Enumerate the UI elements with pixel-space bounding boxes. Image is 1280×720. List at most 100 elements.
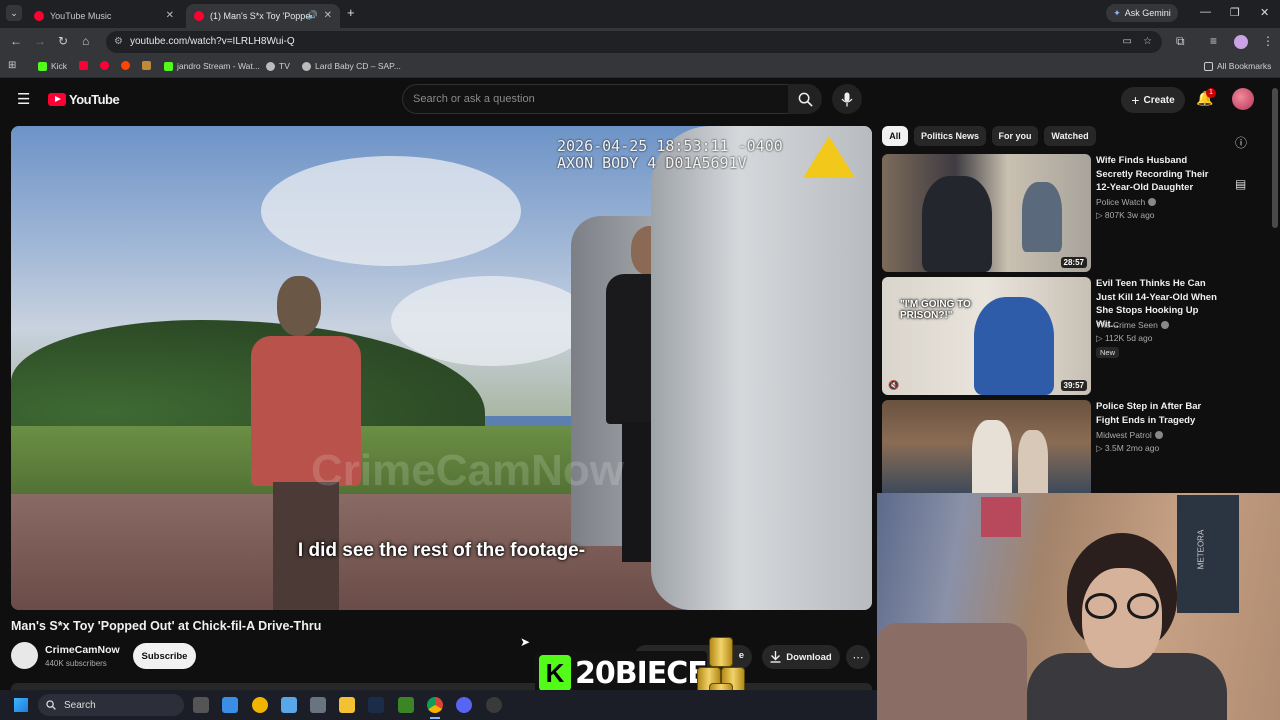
url-text: youtube.com/watch?v=ILRLH8Wui-Q bbox=[130, 36, 295, 47]
chip-for-you[interactable]: For you bbox=[992, 126, 1038, 146]
search-input[interactable]: Search or ask a question bbox=[402, 84, 790, 114]
tab-search-button[interactable]: ⌄ bbox=[6, 5, 22, 21]
wall-poster: METEORA bbox=[1177, 495, 1239, 613]
active-app-indicator bbox=[430, 717, 440, 719]
bookmark-youtube-music[interactable] bbox=[100, 61, 109, 70]
youtube-icon bbox=[79, 61, 88, 70]
profile-avatar[interactable] bbox=[1234, 35, 1248, 49]
menu-icon[interactable]: ⋮ bbox=[1262, 34, 1274, 48]
bookmark-tv[interactable]: TV bbox=[266, 61, 290, 71]
bookmark-jandro-stream[interactable]: jandro Stream - Wat... bbox=[164, 61, 260, 71]
steam-icon[interactable] bbox=[368, 697, 384, 713]
create-label: Create bbox=[1143, 94, 1175, 106]
widgets-icon[interactable] bbox=[222, 697, 238, 713]
chat-icon[interactable]: ▤ bbox=[1235, 177, 1246, 191]
obs-icon[interactable] bbox=[486, 697, 502, 713]
all-bookmarks[interactable]: All Bookmarks bbox=[1204, 61, 1271, 71]
video-frame-cloud bbox=[261, 156, 521, 266]
address-bar[interactable]: ⚙ youtube.com/watch?v=ILRLH8Wui-Q ▭ ☆ bbox=[106, 31, 1162, 53]
more-actions-button[interactable]: ⋯ bbox=[846, 645, 870, 669]
page-scrollbar[interactable] bbox=[1272, 88, 1278, 228]
video-title: Man's S*x Toy 'Popped Out' at Chick-fil-… bbox=[11, 619, 322, 633]
taskbar-search-label: Search bbox=[64, 699, 96, 711]
thumbnail-text: "I'M GOING TO PRISON?!" bbox=[900, 299, 971, 321]
media-icon[interactable]: ≡ bbox=[1210, 34, 1217, 48]
recommendation-channel: The Crime Seen bbox=[1096, 320, 1169, 330]
new-badge: New bbox=[1096, 347, 1120, 358]
info-icon[interactable]: ⓘ bbox=[1235, 134, 1247, 151]
audio-playing-icon[interactable]: 🔊 bbox=[307, 10, 318, 21]
youtube-logo[interactable]: YouTube bbox=[48, 92, 120, 107]
discord-icon[interactable] bbox=[456, 697, 472, 713]
chip-all[interactable]: All bbox=[882, 126, 908, 146]
apps-icon[interactable]: ⊞ bbox=[8, 60, 16, 71]
minecraft-icon[interactable] bbox=[398, 697, 414, 713]
bookmark-label: TV bbox=[279, 61, 290, 71]
download-icon bbox=[770, 651, 781, 663]
voice-search-button[interactable] bbox=[832, 84, 862, 114]
download-label: Download bbox=[786, 651, 832, 663]
bookmark-lard-baby[interactable]: Lard Baby CD – SAP... bbox=[302, 61, 401, 71]
search-icon bbox=[46, 700, 56, 710]
video-thumbnail[interactable] bbox=[882, 400, 1091, 493]
bookmark-reddit[interactable] bbox=[121, 61, 130, 70]
video-thumbnail[interactable]: "I'M GOING TO PRISON?!" 🔇 39:57 bbox=[882, 277, 1091, 395]
kick-icon bbox=[164, 61, 173, 71]
file-explorer-icon[interactable] bbox=[339, 697, 355, 713]
new-tab-button[interactable]: + bbox=[347, 5, 355, 20]
reload-icon[interactable]: ↻ bbox=[58, 34, 68, 48]
streamer-webcam: METEORA bbox=[877, 493, 1280, 720]
calculator-icon[interactable] bbox=[310, 697, 326, 713]
windows-taskbar: Search bbox=[0, 690, 877, 720]
ask-gemini-button[interactable]: ✦ Ask Gemini bbox=[1106, 4, 1178, 22]
recommendation-item[interactable]: "I'M GOING TO PRISON?!" 🔇 39:57 Evil Tee… bbox=[882, 277, 1222, 395]
video-player[interactable]: 2026-04-25 18:53:11 -0400 AXON BODY 4 D01… bbox=[11, 126, 872, 610]
chip-politics-news[interactable]: Politics News bbox=[914, 126, 986, 146]
edge-icon[interactable] bbox=[252, 697, 268, 713]
create-button[interactable]: + Create bbox=[1121, 87, 1185, 113]
download-button[interactable]: Download bbox=[762, 645, 840, 669]
hamburger-menu-icon[interactable]: ☰ bbox=[17, 90, 30, 108]
axon-logo-icon bbox=[803, 136, 855, 178]
store-icon[interactable] bbox=[281, 697, 297, 713]
thumbnail-person bbox=[1022, 182, 1062, 252]
chrome-icon[interactable] bbox=[427, 697, 443, 713]
tab-current-video[interactable]: (1) Man's S*x Toy 'Popped ( 🔊 ✕ bbox=[186, 4, 340, 28]
bookmark-youtube[interactable] bbox=[79, 61, 88, 70]
recommendation-item[interactable]: Police Step in After Bar Fight Ends in T… bbox=[882, 400, 1222, 493]
channel-avatar[interactable] bbox=[11, 642, 38, 669]
home-icon[interactable]: ⌂ bbox=[82, 34, 89, 48]
close-tab-icon[interactable]: ✕ bbox=[324, 10, 332, 21]
forward-icon[interactable]: → bbox=[34, 34, 46, 48]
youtube-music-icon bbox=[100, 61, 109, 70]
taskbar-search[interactable]: Search bbox=[38, 694, 184, 716]
video-caption: I did see the rest of the footage- bbox=[297, 540, 586, 561]
restore-icon[interactable]: ❐ bbox=[1230, 6, 1240, 19]
mute-icon[interactable]: 🔇 bbox=[888, 380, 899, 391]
video-thumbnail[interactable]: 28:57 bbox=[882, 154, 1091, 272]
subscribe-button[interactable]: Subscribe bbox=[133, 643, 196, 669]
bookmark-kick[interactable]: Kick bbox=[38, 61, 67, 71]
device-id-line: AXON BODY 4 D01A5691V bbox=[557, 154, 747, 172]
cast-icon[interactable]: ▭ bbox=[1123, 31, 1132, 53]
close-window-icon[interactable]: ✕ bbox=[1260, 6, 1269, 19]
account-avatar[interactable] bbox=[1232, 88, 1254, 110]
tab-label: YouTube Music bbox=[50, 11, 112, 21]
site-info-icon[interactable]: ⚙ bbox=[114, 31, 123, 53]
youtube-play-icon bbox=[48, 93, 66, 106]
plus-icon: + bbox=[1131, 92, 1140, 108]
back-icon[interactable]: ← bbox=[10, 34, 22, 48]
extensions-icon[interactable]: ⧉ bbox=[1176, 34, 1185, 49]
chip-watched[interactable]: Watched bbox=[1044, 126, 1096, 146]
channel-name[interactable]: CrimeCamNow bbox=[45, 644, 120, 656]
close-tab-icon[interactable]: ✕ bbox=[166, 10, 174, 21]
task-view-icon[interactable] bbox=[193, 697, 209, 713]
minimize-icon[interactable]: — bbox=[1200, 6, 1211, 18]
bookmark-game[interactable] bbox=[142, 61, 151, 70]
kick-channel-badge: K 20BIECE bbox=[535, 651, 708, 695]
tab-youtube-music[interactable]: YouTube Music ✕ bbox=[26, 4, 182, 28]
bookmark-star-icon[interactable]: ☆ bbox=[1143, 31, 1152, 53]
search-button[interactable] bbox=[788, 84, 822, 114]
windows-start-icon[interactable] bbox=[14, 698, 28, 712]
recommendation-item[interactable]: 28:57 Wife Finds Husband Secretly Record… bbox=[882, 154, 1222, 272]
